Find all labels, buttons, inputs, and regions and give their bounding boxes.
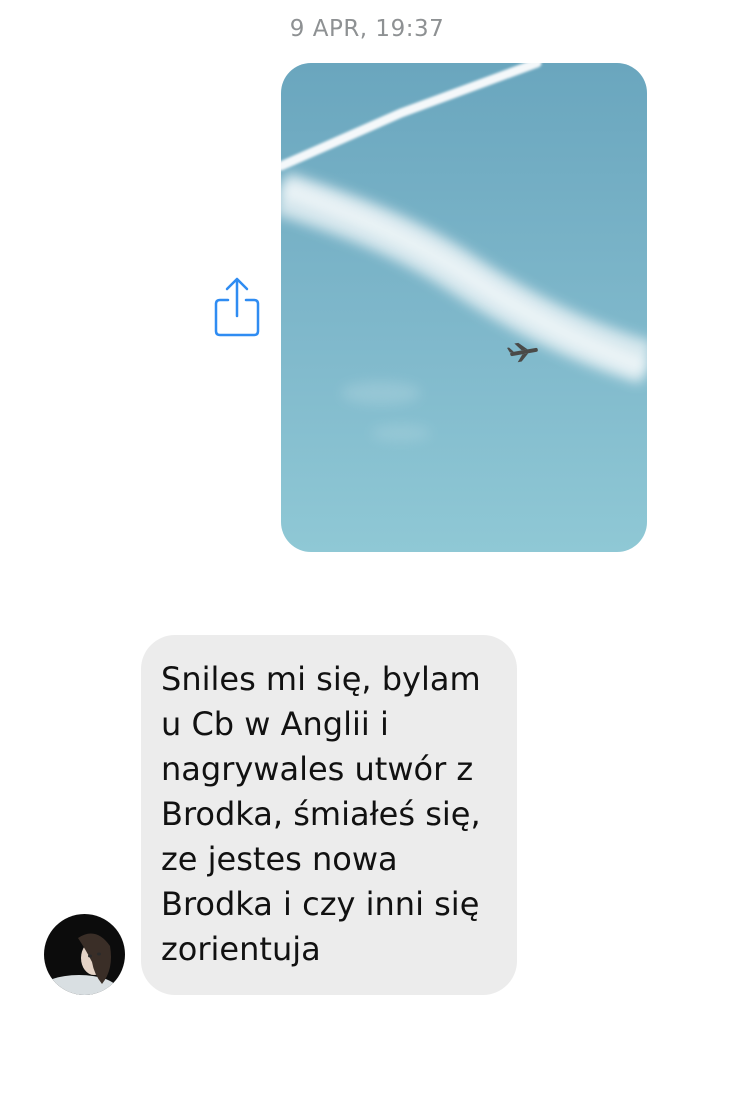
conversation-timestamp: 9 APR, 19:37 bbox=[289, 16, 445, 42]
incoming-message-bubble[interactable]: Sniles mi się, bylam u Cb w Anglii i nag… bbox=[141, 635, 517, 995]
share-icon[interactable] bbox=[211, 274, 263, 342]
contact-avatar[interactable] bbox=[44, 914, 125, 995]
photo-message[interactable] bbox=[281, 63, 647, 552]
sky-contrail-airplane-photo bbox=[281, 63, 647, 552]
